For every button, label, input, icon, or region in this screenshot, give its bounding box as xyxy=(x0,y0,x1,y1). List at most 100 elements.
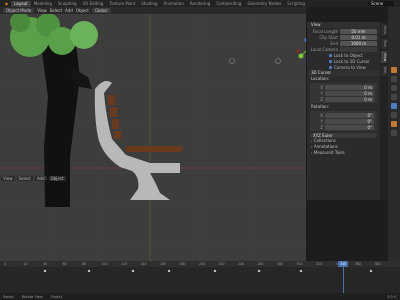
camera-icon[interactable] xyxy=(275,58,281,64)
tab-sculpting[interactable]: Sculpting xyxy=(55,1,80,7)
transform-orientation[interactable]: Global xyxy=(91,8,111,13)
keyframe[interactable] xyxy=(167,269,171,273)
tab-texture-paint[interactable]: Texture Paint xyxy=(106,1,138,7)
tab-layout[interactable]: Layout xyxy=(11,0,31,7)
tree-trunk xyxy=(40,37,80,207)
rotation-z-field[interactable]: 0° xyxy=(325,124,374,130)
keyframe[interactable] xyxy=(369,269,373,273)
frame-tick-label: 280 xyxy=(277,262,284,266)
output-icon[interactable] xyxy=(391,85,397,91)
frame-tick-label: 220 xyxy=(218,262,225,266)
rotation-fields: X 0° Y 0° Z 0° xyxy=(310,111,377,131)
sidebar-tabs: Item Tool View Edit xyxy=(380,22,388,200)
clip-start-row: Clip Start 0.01 m xyxy=(307,34,380,40)
scene-icon[interactable] xyxy=(391,103,397,109)
timeline[interactable]: 0 20 40 60 80 100 120 140 160 180 200 220 240 260 280 3… xyxy=(0,261,400,293)
rotation-label: Rotation: xyxy=(311,104,330,109)
status-bar: Select Rotate View Object 3.0.0 xyxy=(0,293,400,300)
tab-rendering[interactable]: Rendering xyxy=(187,1,213,7)
top-bar: ◆ Layout Modeling Sculpting UV Editing T… xyxy=(0,0,400,7)
clip-end-row: End 1000 m xyxy=(307,40,380,46)
tab-edit[interactable]: Edit xyxy=(381,65,387,76)
keyframe[interactable] xyxy=(131,269,135,273)
menu-object[interactable]: Object xyxy=(76,8,89,13)
frame-tick-label: 160 xyxy=(160,262,167,266)
location-label: Location: xyxy=(311,76,330,81)
tab-geometry-nodes[interactable]: Geometry Nodes xyxy=(244,1,284,7)
checkbox-icon[interactable] xyxy=(329,59,332,63)
navigation-gizmo[interactable] xyxy=(294,37,306,63)
frame-tick-label: 380 xyxy=(374,262,381,266)
footer-view[interactable]: View xyxy=(1,176,15,181)
menu-select[interactable]: Select xyxy=(50,8,62,13)
scene-selector[interactable]: Scene xyxy=(368,1,394,6)
measureit-section[interactable]: › Measureit Tools xyxy=(307,150,380,156)
tab-modeling[interactable]: Modeling xyxy=(31,1,55,7)
blender-logo-icon[interactable]: ◆ xyxy=(2,1,11,7)
version-label: 3.0.0 xyxy=(387,294,396,299)
tool-icon[interactable] xyxy=(391,67,397,73)
viewport-scene xyxy=(0,7,306,261)
properties-toolbar xyxy=(388,7,400,261)
tab-compositing[interactable]: Compositing xyxy=(213,1,244,7)
cursor-x-field[interactable]: 0 m xyxy=(325,84,374,90)
tab-shading[interactable]: Shading xyxy=(138,1,160,7)
frame-tick-label: 140 xyxy=(140,262,147,266)
status-select: Select xyxy=(3,294,14,299)
footer-object[interactable]: Object xyxy=(48,176,66,181)
frame-tick-label: 100 xyxy=(101,262,108,266)
frame-tick-label: 200 xyxy=(199,262,206,266)
frame-tick-label: 0 xyxy=(4,262,7,266)
frame-tick-label: 240 xyxy=(238,262,245,266)
footer-add[interactable]: Add xyxy=(34,176,47,181)
tab-view[interactable]: View xyxy=(381,50,387,64)
menu-view[interactable]: View xyxy=(37,8,47,13)
frame-tick-label: 320 xyxy=(316,262,323,266)
mode-selector[interactable]: Object Mode xyxy=(3,8,35,13)
keyframe[interactable] xyxy=(257,269,261,273)
keyframe[interactable] xyxy=(213,269,217,273)
rotation-x-field[interactable]: 0° xyxy=(325,112,374,118)
rotation-mode-dropdown[interactable]: XYZ Euler xyxy=(310,132,377,138)
keyframe[interactable] xyxy=(87,269,91,273)
status-rotate: Rotate View xyxy=(21,294,43,299)
frame-tick-label: 60 xyxy=(62,262,67,266)
clip-start-field[interactable]: 0.01 m xyxy=(340,34,377,40)
location-fields: X0 m Y0 m Z0 m xyxy=(310,83,377,103)
tab-item[interactable]: Item xyxy=(381,24,387,36)
status-object: Object xyxy=(50,294,63,299)
local-camera-field[interactable] xyxy=(340,46,377,52)
render-icon[interactable] xyxy=(391,76,397,82)
frame-tick-label: 80 xyxy=(82,262,87,266)
footer-select[interactable]: Select xyxy=(16,176,33,181)
clip-end-field[interactable]: 1000 m xyxy=(340,40,377,46)
checkbox-icon[interactable] xyxy=(329,65,332,69)
tab-tool[interactable]: Tool xyxy=(381,37,387,49)
keyframe[interactable] xyxy=(43,269,47,273)
local-camera-row: Local Camera xyxy=(307,46,380,52)
playhead-line xyxy=(343,267,344,293)
cursor-y-field[interactable]: 0 m xyxy=(325,90,374,96)
keyframe[interactable] xyxy=(299,269,303,273)
frame-tick-label: 120 xyxy=(121,262,128,266)
frame-tick-label: 20 xyxy=(23,262,28,266)
bench-model xyxy=(94,81,182,200)
rotation-y-field[interactable]: 0° xyxy=(325,118,374,124)
focal-length-row: Focal Length 50 mm xyxy=(307,28,380,34)
object-icon[interactable] xyxy=(391,121,397,127)
workspace-tabs: ◆ Layout Modeling Sculpting UV Editing T… xyxy=(0,0,308,7)
tab-scripting[interactable]: Scripting xyxy=(284,1,308,7)
tab-uv-editing[interactable]: UV Editing xyxy=(80,1,107,7)
3d-viewport[interactable] xyxy=(0,7,306,261)
modifier-icon[interactable] xyxy=(391,130,397,136)
checkbox-icon[interactable] xyxy=(329,53,332,57)
sidebar-n-panel: View Focal Length 50 mm Clip Start 0.01 … xyxy=(306,22,380,200)
frame-tick-label: 260 xyxy=(257,262,264,266)
light-icon[interactable] xyxy=(229,58,235,64)
tab-animation[interactable]: Animation xyxy=(161,1,187,7)
menu-add[interactable]: Add xyxy=(65,8,73,13)
focal-length-field[interactable]: 50 mm xyxy=(340,28,377,34)
world-icon[interactable] xyxy=(391,112,397,118)
view-layer-icon[interactable] xyxy=(391,94,397,100)
cursor-z-field[interactable]: 0 m xyxy=(325,96,374,102)
